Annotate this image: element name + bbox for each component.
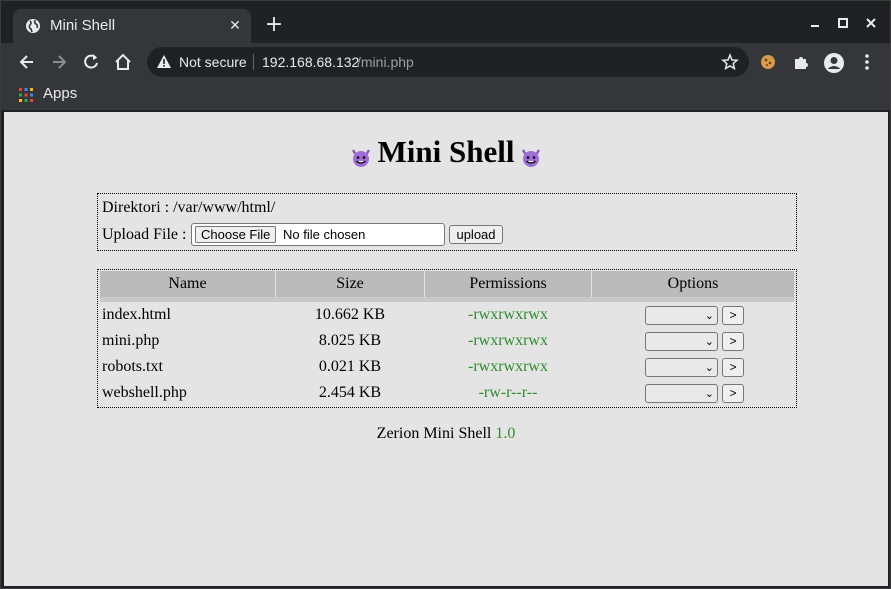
options-select[interactable]: ⌄ [645, 358, 718, 377]
go-button[interactable]: > [722, 306, 744, 325]
footer-version: 1.0 [495, 425, 516, 442]
forward-icon[interactable] [49, 52, 69, 72]
header-name: Name [100, 271, 276, 297]
tab-title: Mini Shell [50, 17, 116, 34]
new-tab-button[interactable]: + [263, 14, 285, 36]
url-host[interactable]: 192.168.68.132 [262, 54, 359, 70]
tab-close-icon[interactable]: ✕ [227, 18, 243, 34]
no-file-label: No file chosen [283, 227, 366, 242]
apps-grid-icon[interactable] [19, 87, 33, 102]
warning-icon[interactable] [156, 54, 172, 70]
file-name[interactable]: robots.txt [102, 354, 163, 380]
table-row: robots.txt 0.021 KB -rwxrwxrwx ⌄ > [100, 354, 794, 380]
maximize-icon[interactable] [836, 15, 850, 29]
file-input[interactable]: Choose File No file chosen [191, 223, 445, 246]
chevron-down-icon: ⌄ [704, 362, 714, 374]
options-select[interactable]: ⌄ [645, 384, 718, 403]
tab-strip: Mini Shell ✕ + [1, 1, 890, 43]
file-name[interactable]: index.html [102, 302, 171, 328]
chevron-down-icon: ⌄ [704, 336, 714, 348]
options-select[interactable]: ⌄ [645, 332, 718, 351]
file-name[interactable]: webshell.php [102, 380, 187, 406]
page-heading: Mini Shell [4, 134, 888, 170]
file-permissions: -rwxrwxrwx [468, 358, 548, 375]
page-title: Mini Shell [377, 134, 515, 169]
menu-kebab-icon[interactable] [857, 52, 877, 72]
go-button[interactable]: > [722, 358, 744, 377]
smiling-devil-icon [520, 141, 542, 167]
chevron-down-icon: ⌄ [704, 310, 714, 322]
window-close-icon[interactable] [864, 15, 878, 29]
cookie-extension-icon[interactable] [758, 52, 778, 72]
minimize-icon[interactable] [808, 15, 822, 29]
file-size: 10.662 KB [314, 306, 386, 323]
directory-path: Direktori : /var/www/html/ [102, 199, 276, 216]
reload-icon[interactable] [81, 52, 101, 72]
profile-avatar-icon[interactable] [823, 52, 844, 73]
file-permissions: -rwxrwxrwx [468, 332, 548, 349]
file-name[interactable]: mini.php [102, 328, 159, 354]
header-permissions: Permissions [425, 271, 592, 297]
table-row: index.html 10.662 KB -rwxrwxrwx ⌄ > [100, 302, 794, 328]
browser-toolbar: Not secure 192.168.68.132 /mini.php [1, 43, 890, 81]
back-icon[interactable] [17, 52, 37, 72]
file-permissions: -rwxrwxrwx [468, 306, 548, 323]
header-size: Size [276, 271, 425, 297]
header-options: Options [667, 275, 719, 292]
file-permissions: -rw-r--r-- [478, 384, 538, 401]
bookmarks-bar: Apps [1, 81, 890, 111]
file-size: 8.025 KB [318, 332, 382, 349]
info-box: Direktori : /var/www/html/ Upload File :… [97, 193, 797, 251]
omnibox-separator [253, 54, 254, 70]
table-header: Name Size Permissions Options [100, 271, 794, 297]
tab-mini-shell[interactable]: Mini Shell ✕ [13, 9, 251, 43]
bookmark-apps[interactable]: Apps [43, 85, 77, 102]
go-button[interactable]: > [722, 332, 744, 351]
url-path[interactable]: /mini.php [357, 54, 414, 70]
page-viewport: Mini Shell Direktori : /var/www/html/ Up… [4, 112, 888, 586]
file-table: Name Size Permissions Options index.html… [97, 269, 797, 408]
address-bar[interactable]: Not secure 192.168.68.132 /mini.php [147, 47, 749, 77]
upload-button[interactable]: upload [449, 225, 503, 244]
smiling-devil-icon [350, 141, 372, 167]
home-icon[interactable] [113, 52, 133, 72]
footer-text: Zerion Mini Shell [376, 425, 492, 442]
go-button[interactable]: > [722, 384, 744, 403]
file-size: 0.021 KB [318, 358, 382, 375]
options-select[interactable]: ⌄ [645, 306, 718, 325]
page-footer: Zerion Mini Shell 1.0 [4, 425, 888, 443]
browser-window: Mini Shell ✕ + Not secure 192.168.68.132… [0, 0, 891, 589]
bookmark-star-icon[interactable] [721, 52, 739, 71]
choose-file-button[interactable]: Choose File [195, 226, 277, 243]
security-label[interactable]: Not secure [179, 54, 247, 70]
globe-icon [25, 18, 41, 34]
file-size: 2.454 KB [318, 384, 382, 401]
table-row: webshell.php 2.454 KB -rw-r--r-- ⌄ > [100, 380, 794, 406]
chevron-down-icon: ⌄ [704, 388, 714, 400]
table-row: mini.php 8.025 KB -rwxrwxrwx ⌄ > [100, 328, 794, 354]
upload-label: Upload File : [102, 226, 187, 243]
extensions-puzzle-icon[interactable] [791, 52, 811, 72]
